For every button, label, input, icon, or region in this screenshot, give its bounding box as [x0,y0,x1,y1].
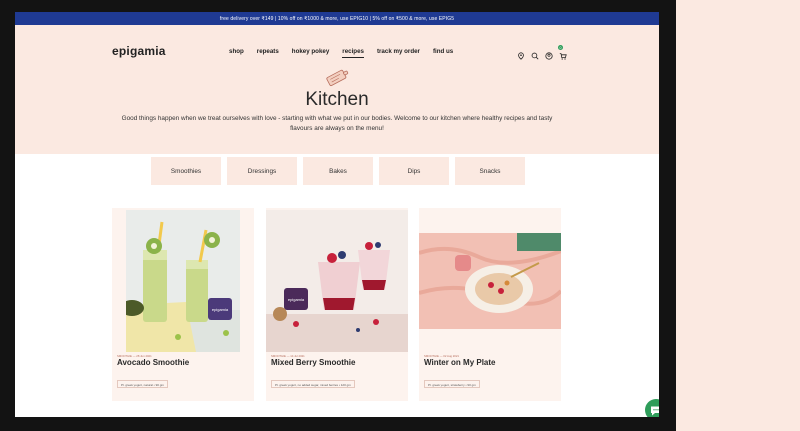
svg-text:epigamia: epigamia [212,307,229,312]
nav-repeats[interactable]: repeats [257,48,279,58]
nav-hokey-pokey[interactable]: hokey pokey [292,48,330,58]
top-nav: epigamia shop repeats hokey pokey recipe… [15,25,659,60]
promo-banner: free delivery over ₹149 | 10% off on ₹10… [15,12,659,25]
brand-logo[interactable]: epigamia [112,44,166,58]
card-ingredients: Pl. greek yogurt, strawberry • 90 gm [424,380,480,388]
header-icons: 0 [517,45,567,65]
nav-track-my-order[interactable]: track my order [377,48,420,58]
card-title[interactable]: Winter on My Plate [424,358,496,367]
card-ingredients: Pl. greek yogurt, no added sugar, mixed … [271,380,355,388]
hero-section: epigamia shop repeats hokey pokey recipe… [15,25,659,154]
recipe-card[interactable]: epigamia SMOOTHIE — 28 Jun 2021 Avocado … [112,208,254,401]
chat-bubble-icon [651,406,659,415]
mixed-berry-smoothie-photo: epigamia [266,210,408,352]
chopping-board-icon [326,69,349,86]
main-menu: shop repeats hokey pokey recipes track m… [229,48,453,58]
recipe-card[interactable]: epigamia SMOOTHIE — 14 Jul 2021 Mixed Be… [266,208,408,401]
page-description: Good things happen when we treat ourselv… [121,115,553,132]
winter-on-my-plate-photo [419,233,561,329]
search-icon[interactable] [531,47,539,65]
card-ingredients: Pl. greek yogurt, natural • 90 gm [117,380,168,388]
chat-button[interactable] [645,399,659,417]
card-title[interactable]: Mixed Berry Smoothie [271,358,355,367]
avocado-smoothie-photo: epigamia [126,210,240,352]
tab-bakes[interactable]: Bakes [303,157,373,185]
nav-recipes[interactable]: recipes [342,48,364,58]
svg-text:epigamia: epigamia [288,297,305,302]
tab-dressings[interactable]: Dressings [227,157,297,185]
card-title[interactable]: Avocado Smoothie [117,358,189,367]
location-icon[interactable] [517,47,525,65]
account-icon[interactable] [545,47,553,65]
nav-find-us[interactable]: find us [433,48,453,58]
recipe-card[interactable]: SMOOTHIE — 02 Aug 2021 Winter on My Plat… [419,208,561,401]
nav-shop[interactable]: shop [229,48,244,58]
browser-screen: free delivery over ₹149 | 10% off on ₹10… [15,12,659,417]
tab-snacks[interactable]: Snacks [455,157,525,185]
category-tabs: Smoothies Dressings Bakes Dips Snacks [151,157,525,185]
page-title: Kitchen [305,89,369,110]
background-panel [676,0,800,431]
cart-count-badge: 0 [558,45,563,50]
tab-dips[interactable]: Dips [379,157,449,185]
tab-smoothies[interactable]: Smoothies [151,157,221,185]
